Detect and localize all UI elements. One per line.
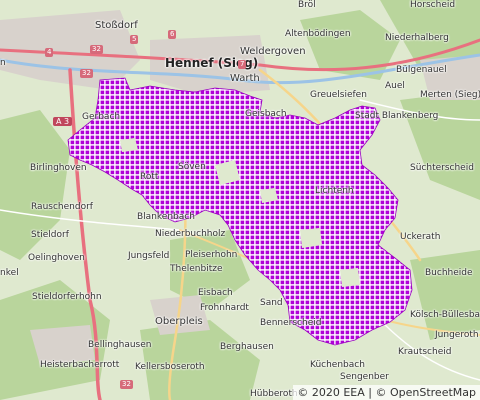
- place-label: nkel: [0, 268, 19, 278]
- place-label: Gerbach: [82, 112, 121, 122]
- place-label: Niederbuchholz: [155, 229, 226, 239]
- map-attribution[interactable]: © 2020 EEA | © OpenStreetMap: [293, 385, 480, 400]
- road-shield: 32: [80, 69, 93, 78]
- place-label: Heisterbacherrott: [40, 360, 120, 370]
- place-label: Süchterscheid: [410, 163, 474, 173]
- road-shield: 7: [238, 60, 247, 69]
- road-shield: 4: [45, 48, 54, 57]
- place-label: Bellinghausen: [88, 340, 152, 350]
- place-label: Jungsfeld: [128, 251, 170, 261]
- place-label: Hübberoth: [250, 389, 298, 399]
- place-label: Stieldorf: [31, 230, 69, 240]
- road-shield: 32: [90, 45, 103, 54]
- place-label: Auel: [385, 81, 405, 91]
- place-label: Rott: [140, 172, 159, 182]
- place-label: Küchenbach: [310, 360, 365, 370]
- place-label: Blankenbach: [137, 212, 195, 222]
- place-label: Sand: [260, 298, 283, 308]
- place-label: Uckerath: [400, 232, 441, 242]
- place-label: Niederhalberg: [385, 33, 449, 43]
- road-shield: 5: [130, 35, 139, 44]
- place-label: Greuelsiefen: [310, 90, 367, 100]
- place-label: Kellersboseroth: [135, 362, 205, 372]
- place-label: Weldergoven: [240, 46, 306, 57]
- place-label: Bröl: [298, 0, 316, 10]
- place-label: Buchheide: [425, 268, 473, 278]
- place-label: Stieldorferhohn: [32, 292, 102, 302]
- road-shield: 32: [120, 380, 133, 389]
- place-label: Merten (Sieg): [420, 90, 480, 100]
- place-label: Stoßdorf: [95, 20, 138, 31]
- place-label: Rauschendorf: [31, 202, 93, 212]
- place-label: Altenbödingen: [285, 29, 351, 39]
- place-label: Sengenber: [340, 372, 389, 382]
- place-label: Thelenbitze: [170, 264, 223, 274]
- place-label: Eisbach: [198, 288, 233, 298]
- place-label: Bülgenauel: [396, 65, 447, 75]
- place-label: Jungeroth: [435, 330, 479, 340]
- place-label: Frohnhardt: [200, 303, 249, 313]
- place-label: Warth: [230, 73, 260, 84]
- place-label: Lichtenh: [315, 186, 354, 196]
- place-label: Krautscheid: [398, 347, 452, 357]
- motorway-shield: A 3: [53, 117, 73, 126]
- place-label: Kölsch-Büllesbach: [410, 310, 480, 320]
- place-label: Pleiserhohn: [185, 250, 238, 260]
- place-label: Bennerscheid: [260, 318, 322, 328]
- place-label: Oberpleis: [155, 316, 203, 327]
- road-shield: 6: [168, 30, 177, 39]
- place-label: Geisbach: [245, 109, 287, 119]
- map-view[interactable]: Stoßdorf Hennef (Sieg) Weldergoven Warth…: [0, 0, 480, 400]
- place-label: Söven: [178, 162, 206, 172]
- place-label: Berghausen: [220, 342, 274, 352]
- place-label: Birlinghoven: [30, 163, 87, 173]
- place-label: n: [0, 58, 6, 68]
- place-label: Stadt Blankenberg: [355, 111, 439, 121]
- place-label: Horscheid: [410, 0, 456, 10]
- place-label: Oelinghoven: [28, 253, 85, 263]
